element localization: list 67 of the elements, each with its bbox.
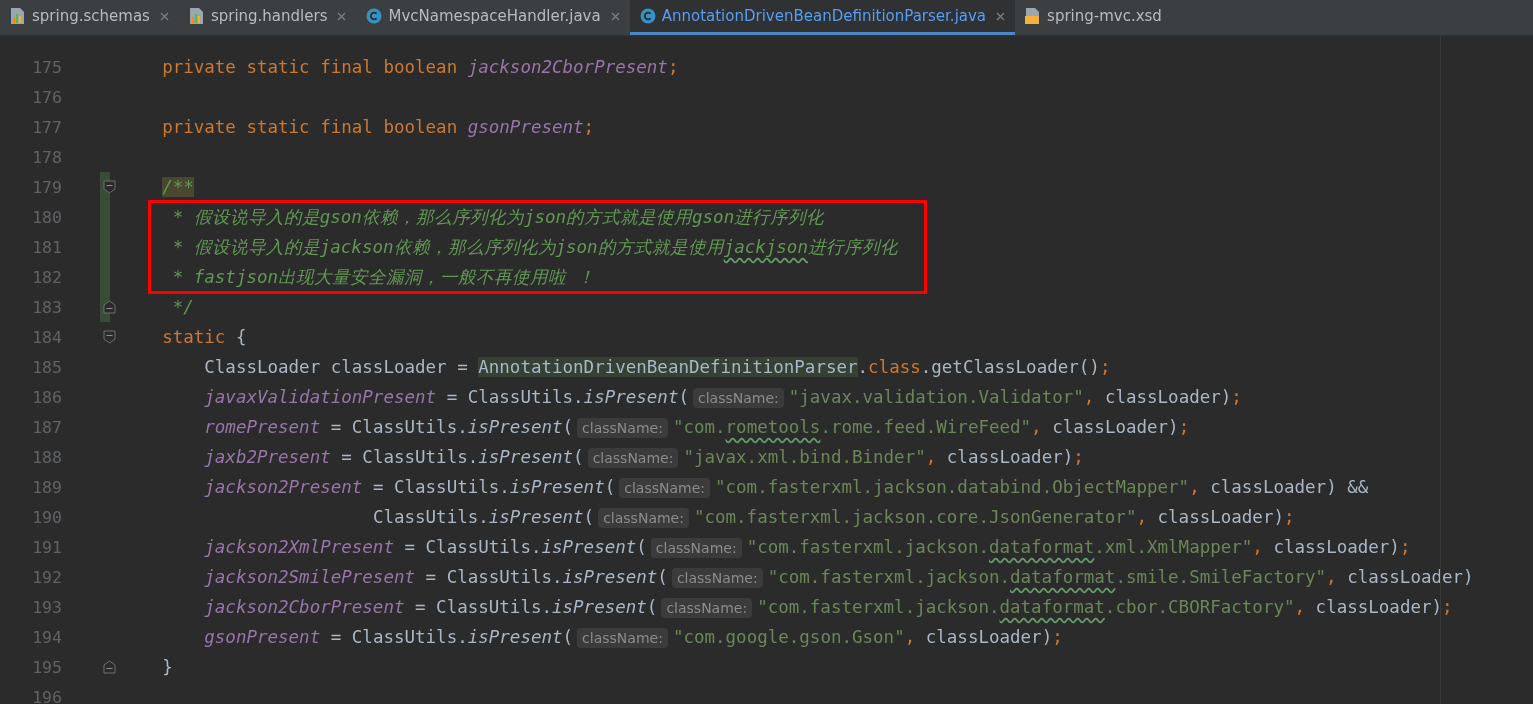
line-number: 188 (31, 447, 62, 467)
fold-marker-icon[interactable] (103, 660, 116, 674)
parameter-hint: className: (693, 388, 784, 408)
code-line: private static final boolean gsonPresent; (161, 116, 595, 139)
close-icon[interactable] (610, 11, 620, 21)
line-number: 183 (31, 297, 62, 317)
code-line: */ (171, 296, 194, 319)
code-line: jaxb2Present = ClassUtils.isPresent( className: "javax.xml.bind.Binder", classLoader); (203, 446, 1084, 470)
parameter-hint: className: (650, 538, 742, 558)
line-number: 178 (31, 147, 62, 167)
line-number: 175 (31, 57, 62, 77)
parameter-hint: className: (661, 598, 753, 618)
properties-file-icon (10, 7, 26, 25)
code-line: jackson2XmlPresent = ClassUtils.isPresent( className: "com.fasterxml.jackson.dataformat.xml.XmlMapper", classLoader); (203, 536, 1411, 560)
properties-file-icon (188, 7, 205, 25)
class-icon (639, 8, 656, 24)
parameter-hint: className: (587, 448, 679, 468)
line-number: 185 (31, 357, 62, 377)
line-number: 182 (31, 267, 62, 287)
parameter-hint: className: (577, 418, 668, 438)
line-number: 195 (31, 657, 62, 677)
line-number: 177 (31, 117, 62, 137)
fold-marker-icon[interactable] (103, 180, 116, 194)
code-line: * 假设说导入的是gson依赖，那么序列化为json的方式就是使用gson进行序列化 (171, 206, 825, 229)
line-number: 181 (31, 237, 62, 257)
close-icon[interactable] (996, 11, 1006, 21)
code-line: romePresent = ClassUtils.isPresent( className: "com.rometools.rome.feed.WireFeed", classLoader); (203, 416, 1190, 440)
editor-tab[interactable]: AnnotationDrivenBeanDefinitionParser.java (629, 0, 1016, 35)
code-line: } (161, 656, 173, 679)
line-number: 186 (31, 387, 62, 407)
code-line: jackson2Present = ClassUtils.isPresent( className: "com.fasterxml.jackson.databind.ObjectMapper", classLoader) && (203, 476, 1369, 500)
line-number: 190 (31, 507, 62, 527)
parameter-hint: className: (577, 628, 668, 648)
fold-marker-icon[interactable] (103, 330, 116, 344)
line-number: 194 (31, 627, 62, 647)
code-line: private static final boolean jackson2CborPresent; (161, 56, 679, 79)
code-line: jackson2SmilePresent = ClassUtils.isPresent( className: "com.fasterxml.jackson.dataformat.smile.SmileFactory", classLoader) (203, 566, 1474, 590)
code-line: static { (161, 326, 247, 349)
line-number: 193 (31, 597, 62, 617)
close-icon[interactable] (337, 11, 347, 21)
editor-tab[interactable]: spring-mvc.xsd (1015, 0, 1172, 35)
line-number: 179 (31, 177, 62, 197)
editor-tab[interactable]: MvcNamespaceHandler.java (356, 0, 630, 35)
parameter-hint: className: (671, 568, 763, 588)
line-number: 192 (31, 567, 62, 587)
fold-marker-icon[interactable] (103, 300, 116, 314)
code-line: * fastjson出现大量安全漏洞，一般不再使用啦 ！ (171, 266, 595, 289)
code-line: jackson2CborPresent = ClassUtils.isPresent( className: "com.fasterxml.jackson.dataformat.cbor.CBORFactory", classLoader); (203, 596, 1453, 620)
line-number: 176 (31, 87, 62, 107)
parameter-hint: className: (619, 478, 710, 498)
xsd-file-icon (1025, 7, 1042, 25)
code-line: javaxValidationPresent = ClassUtils.isPresent( className: "javax.validation.Validator", classLoader); (203, 386, 1242, 410)
class-icon (366, 8, 383, 24)
code-line: ClassUtils.isPresent( className: "com.fasterxml.jackson.core.JsonGenerator", classLoader); (371, 506, 1295, 530)
line-number: 184 (31, 327, 62, 347)
editor-tab[interactable]: spring.handlers (178, 0, 357, 35)
code-line: gsonPresent = ClassUtils.isPresent( className: "com.google.gson.Gson", classLoader); (203, 626, 1063, 650)
line-number: 180 (31, 207, 62, 227)
parameter-hint: className: (598, 508, 689, 528)
line-number: 189 (31, 477, 62, 497)
code-line: * 假设说导入的是jackson依赖，那么序列化为json的方式就是使用jackjson进行序列化 (171, 236, 898, 259)
line-number: 196 (31, 687, 62, 704)
line-number: 191 (31, 537, 62, 557)
line-number: 187 (31, 417, 62, 437)
code-line: ClassLoader classLoader = AnnotationDrivenBeanDefinitionParser.class.getClassLoader(); (203, 356, 1111, 379)
editor-tab[interactable]: spring.schemas (0, 0, 179, 35)
close-icon[interactable] (159, 11, 169, 21)
